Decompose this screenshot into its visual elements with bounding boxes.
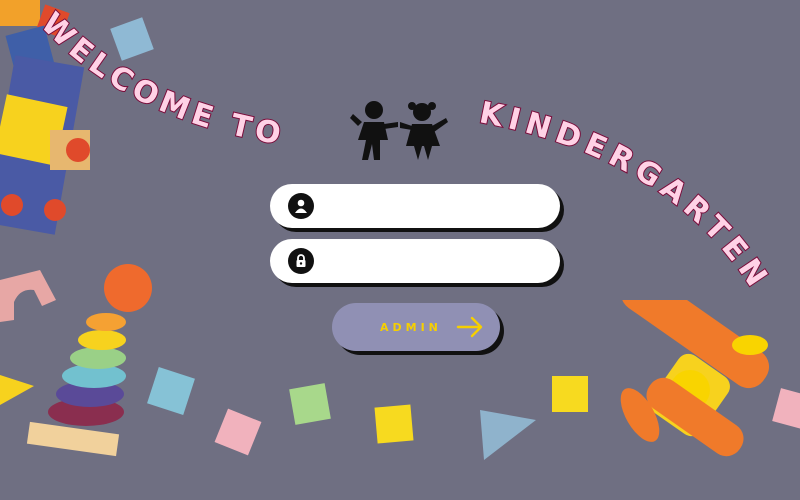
blue-triangle-decoration bbox=[480, 410, 536, 460]
yellow-block-decoration-1 bbox=[374, 404, 414, 444]
password-input[interactable] bbox=[324, 242, 558, 280]
green-block-decoration bbox=[289, 383, 331, 425]
arrow-right-icon bbox=[456, 316, 483, 338]
username-input[interactable] bbox=[324, 187, 558, 225]
yellow-block-decoration-2 bbox=[552, 376, 588, 412]
admin-login-button[interactable]: ADMIN bbox=[332, 303, 500, 351]
toy-airplane-decoration bbox=[620, 300, 770, 457]
login-screen: WELCOME TO KINDERGARTEN ADMIN bbox=[0, 0, 800, 500]
lock-icon bbox=[288, 248, 314, 274]
stacking-ring-tower-decoration bbox=[26, 264, 152, 457]
toy-train-decoration bbox=[0, 0, 90, 235]
username-field[interactable] bbox=[270, 184, 560, 228]
pink-block-decoration bbox=[214, 408, 262, 456]
password-field[interactable] bbox=[270, 239, 560, 283]
blue-block-decoration bbox=[110, 17, 154, 61]
admin-button-label: ADMIN bbox=[380, 320, 442, 334]
children-icon bbox=[350, 101, 448, 160]
user-icon bbox=[288, 193, 314, 219]
